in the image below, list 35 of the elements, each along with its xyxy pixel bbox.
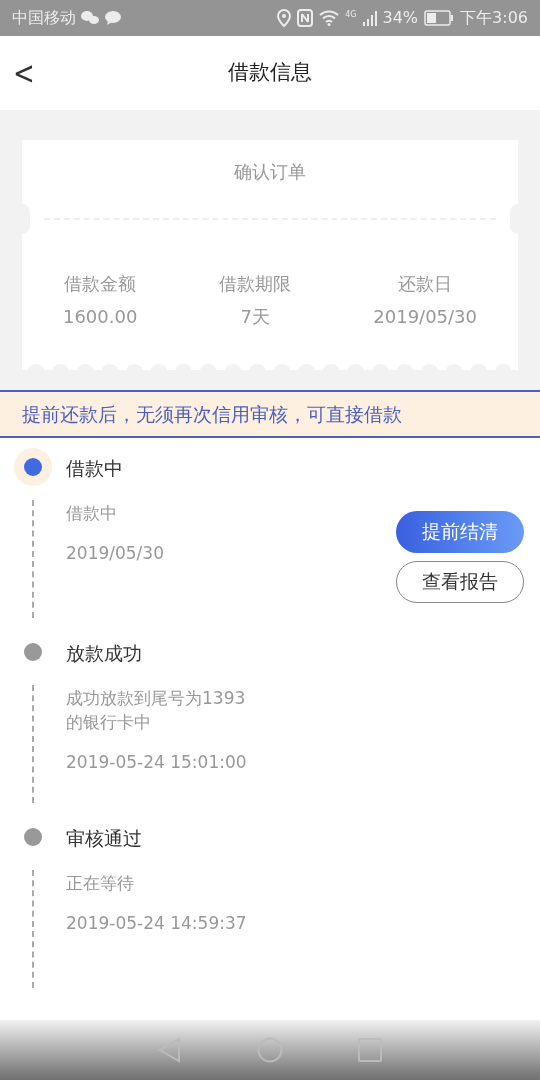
- step-detail: 成功放款到尾号为1393 的银行卡中: [66, 686, 247, 734]
- notice-banner: 提前还款后，无须再次信用审核，可直接借款: [0, 390, 540, 438]
- signal-icon: [362, 10, 377, 26]
- field-value: 1600.00: [62, 305, 138, 329]
- step-detail: 借款中: [66, 501, 118, 525]
- step-time: 2019/05/30: [66, 541, 164, 565]
- carrier-name: 中国移动: [12, 7, 76, 29]
- nfc-icon: [297, 9, 314, 27]
- step-title: 审核通过: [66, 826, 143, 851]
- battery-icon: [424, 10, 455, 26]
- clock: 下午3:06: [460, 7, 528, 29]
- home-icon[interactable]: [257, 1037, 283, 1063]
- view-report-button[interactable]: 查看报告: [396, 560, 524, 603]
- recent-apps-icon[interactable]: [358, 1038, 383, 1062]
- step-title: 放款成功: [66, 641, 143, 666]
- chat-bubbles-icon: [80, 10, 100, 26]
- message-icon: [104, 10, 122, 26]
- ticket-title: 确认订单: [233, 160, 307, 184]
- step-detail: 正在等待: [66, 871, 135, 895]
- field-label: 还款日: [398, 272, 453, 296]
- battery-percent: 34%: [382, 7, 419, 29]
- page-title: 借款信息: [228, 59, 312, 87]
- wifi-icon: [319, 10, 340, 26]
- back-icon[interactable]: [157, 1037, 182, 1063]
- field-value: 2019/05/30: [373, 305, 478, 329]
- field-label: 借款金额: [64, 272, 137, 296]
- step-time: 2019-05-24 14:59:37: [66, 911, 247, 935]
- field-label: 借款期限: [219, 272, 292, 296]
- step-title: 借款中: [66, 456, 124, 481]
- settle-early-button[interactable]: 提前结清: [396, 510, 524, 553]
- location-icon: [277, 9, 292, 27]
- step-time: 2019-05-24 15:01:00: [66, 750, 247, 774]
- field-value: 7天: [240, 305, 271, 329]
- back-button[interactable]: <: [12, 48, 36, 98]
- network-type: 4G: [345, 11, 357, 19]
